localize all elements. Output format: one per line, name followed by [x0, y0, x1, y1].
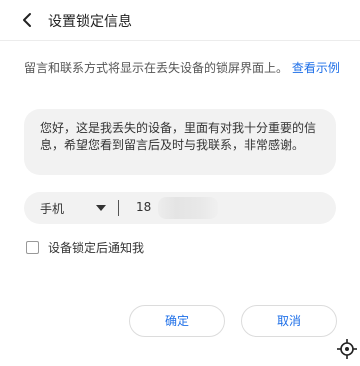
- message-text[interactable]: 您好，这是我丢失的设备，里面有对我十分重要的信息，希望您看到留言后及时与我联系，…: [40, 120, 324, 154]
- page-title: 设置锁定信息: [48, 14, 132, 30]
- contact-row: 手机 18: [24, 192, 336, 224]
- chevron-left-icon: [23, 13, 31, 27]
- locate-button[interactable]: [334, 336, 360, 362]
- header: 设置锁定信息: [0, 0, 360, 41]
- caret-down-icon[interactable]: [96, 205, 106, 211]
- redacted-number: [158, 197, 218, 219]
- description: 留言和联系方式将显示在丢失设备的锁屏界面上。 查看示例: [24, 60, 340, 77]
- notify-checkbox-label[interactable]: 设备锁定后通知我: [48, 239, 144, 256]
- confirm-button[interactable]: 确定: [129, 305, 225, 337]
- message-box[interactable]: 您好，这是我丢失的设备，里面有对我十分重要的信息，希望您看到留言后及时与我联系，…: [24, 109, 336, 175]
- phone-number-input[interactable]: 18: [136, 200, 151, 214]
- notify-checkbox[interactable]: [26, 241, 39, 254]
- crosshair-icon: [337, 339, 357, 359]
- divider: [118, 200, 119, 216]
- description-text: 留言和联系方式将显示在丢失设备的锁屏界面上。: [24, 61, 289, 75]
- cancel-button[interactable]: 取消: [241, 305, 337, 337]
- back-button[interactable]: [18, 10, 38, 30]
- contact-type-label[interactable]: 手机: [40, 200, 64, 217]
- view-example-link[interactable]: 查看示例: [292, 61, 340, 75]
